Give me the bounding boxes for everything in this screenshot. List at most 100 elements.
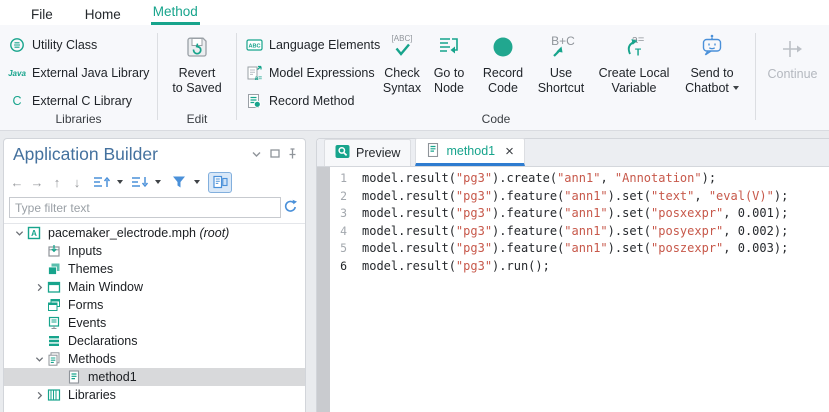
inputs-icon [46, 244, 62, 258]
use-shortcut-icon: B+C [531, 32, 591, 62]
method-doc-icon [426, 143, 440, 160]
model-expressions-label: Model Expressions [269, 66, 375, 80]
events-icon [46, 316, 62, 330]
code-line-2: 2model.result("pg3").feature("ann1").set… [317, 188, 829, 206]
tab-preview-label: Preview [356, 146, 400, 160]
java-icon: Java [8, 65, 26, 81]
editor-tab-strip: Preview method1 × [317, 139, 829, 167]
language-elements-button[interactable]: ABC Language Elements [245, 36, 380, 54]
tab-preview[interactable]: Preview [324, 139, 411, 166]
tree-item-declarations[interactable]: Declarations [4, 332, 305, 350]
record-method-label: Record Method [269, 94, 354, 108]
panel-title: Application Builder [13, 144, 158, 165]
language-elements-icon: ABC [245, 37, 263, 53]
language-elements-label: Language Elements [269, 38, 380, 52]
model-expressions-button[interactable]: a= Model Expressions [245, 64, 375, 82]
utility-class-icon [8, 37, 26, 53]
code-line-5: 5model.result("pg3").feature("ann1").set… [317, 240, 829, 258]
chevron-down-icon[interactable] [117, 180, 123, 184]
record-method-button[interactable]: Record Method [245, 92, 354, 110]
tab-method1[interactable]: method1 × [415, 138, 524, 166]
float-icon[interactable] [270, 149, 280, 158]
methods-icon [46, 352, 62, 366]
ribbon-tab-bar: File Home Method [0, 0, 829, 25]
continue-button[interactable]: Continue [756, 25, 829, 121]
tree-item-label: Inputs [68, 244, 102, 258]
tree-item-label: pacemaker_electrode.mph (root) [48, 226, 229, 240]
ribbon-group-edit: Revert to Saved Edit [158, 25, 236, 131]
back-icon[interactable]: ← [8, 172, 26, 192]
method-icon [66, 370, 82, 384]
close-icon[interactable]: × [505, 144, 514, 159]
tree-item-suffix: (root) [196, 226, 229, 240]
pin-icon[interactable] [288, 148, 297, 159]
application-builder-toolbar: ← → ↑ ↓ [8, 171, 232, 193]
preview-icon [335, 144, 350, 162]
line-number: 6 [330, 258, 356, 276]
utility-class-button[interactable]: Utility Class [8, 36, 97, 54]
tree-item-label: Events [68, 316, 106, 330]
check-syntax-button[interactable]: [ABC] Check Syntax [374, 25, 430, 121]
application-builder-panel: Application Builder ← → ↑ ↓ [3, 138, 306, 412]
code-text: model.result("pg3").feature("ann1").set(… [356, 206, 788, 220]
filter-input[interactable] [9, 197, 281, 218]
go-to-node-button[interactable]: Go to Node [425, 25, 473, 121]
tree-expander-icon[interactable] [32, 352, 46, 366]
go-to-node-icon [425, 32, 473, 62]
code-line-3: 3model.result("pg3").feature("ann1").set… [317, 205, 829, 223]
tree-item-inputs[interactable]: Inputs [4, 242, 305, 260]
code-editor[interactable]: 1model.result("pg3").create("ann1", "Ann… [317, 167, 829, 412]
code-line-6: 6model.result("pg3").run(); [317, 258, 829, 276]
tree-expander-icon[interactable] [32, 388, 46, 402]
ribbon-tab-file[interactable]: File [29, 5, 55, 25]
external-c-library-button[interactable]: C External C Library [8, 92, 132, 110]
tree-item-libraries[interactable]: Libraries [4, 386, 305, 404]
forward-icon[interactable]: → [28, 172, 46, 192]
tree-expander-spacer [52, 370, 66, 384]
tab-method1-label: method1 [446, 144, 495, 158]
use-shortcut-button[interactable]: B+C Use Shortcut [531, 25, 591, 121]
revert-to-saved-label-line2: to Saved [158, 81, 236, 96]
tree-item-label: method1 [88, 370, 137, 384]
libraries-icon [46, 388, 62, 402]
move-down-icon[interactable]: ↓ [68, 172, 86, 192]
code-text: model.result("pg3").run(); [356, 259, 550, 273]
create-local-variable-icon: a=T [588, 32, 680, 62]
move-up-icon[interactable]: ↑ [48, 172, 66, 192]
chevron-down-icon[interactable] [155, 180, 161, 184]
send-to-chatbot-button[interactable]: Send to Chatbot [676, 25, 748, 121]
create-local-variable-button[interactable]: a=T Create Local Variable [588, 25, 680, 121]
filter-icon[interactable] [170, 172, 188, 192]
revert-to-saved-label-line1: Revert [158, 66, 236, 81]
record-code-icon [477, 32, 529, 62]
ribbon-group-code: ABC Language Elements a= Model Expressio… [237, 25, 755, 131]
tree-expander-icon[interactable] [32, 280, 46, 294]
tree-item-events[interactable]: Events [4, 314, 305, 332]
tree-item-methods[interactable]: Methods [4, 350, 305, 368]
record-code-button[interactable]: Record Code [477, 25, 529, 121]
tree-item-pacemaker-electrode-mph[interactable]: Apacemaker_electrode.mph (root) [4, 224, 305, 242]
tree-item-method1[interactable]: method1 [4, 368, 305, 386]
ribbon-tab-home[interactable]: Home [83, 5, 123, 25]
expand-list-icon[interactable] [93, 172, 111, 192]
tree-expander-icon[interactable] [12, 226, 26, 240]
tree-item-themes[interactable]: Themes [4, 260, 305, 278]
tree-item-main-window[interactable]: Main Window [4, 278, 305, 296]
tree-item-label: Methods [68, 352, 116, 366]
declarations-icon [46, 334, 62, 348]
external-java-library-button[interactable]: Java External Java Library [8, 64, 149, 82]
line-number: 5 [330, 240, 356, 258]
refresh-icon[interactable] [283, 199, 298, 219]
continue-icon [756, 38, 829, 60]
show-detail-toggle-icon[interactable] [208, 172, 232, 193]
collapse-list-icon[interactable] [131, 172, 149, 192]
tree-expander-spacer [32, 244, 46, 258]
tree-item-forms[interactable]: Forms [4, 296, 305, 314]
svg-text:T: T [635, 48, 641, 59]
revert-to-saved-button[interactable]: Revert to Saved [158, 25, 236, 121]
chevron-down-icon[interactable] [251, 150, 262, 158]
chevron-down-icon[interactable] [194, 180, 200, 184]
ribbon-tab-method[interactable]: Method [151, 2, 200, 25]
method-editor-panel: Preview method1 × 1model.result("pg3").c… [316, 138, 829, 412]
ribbon-group-edit-label: Edit [158, 112, 236, 126]
